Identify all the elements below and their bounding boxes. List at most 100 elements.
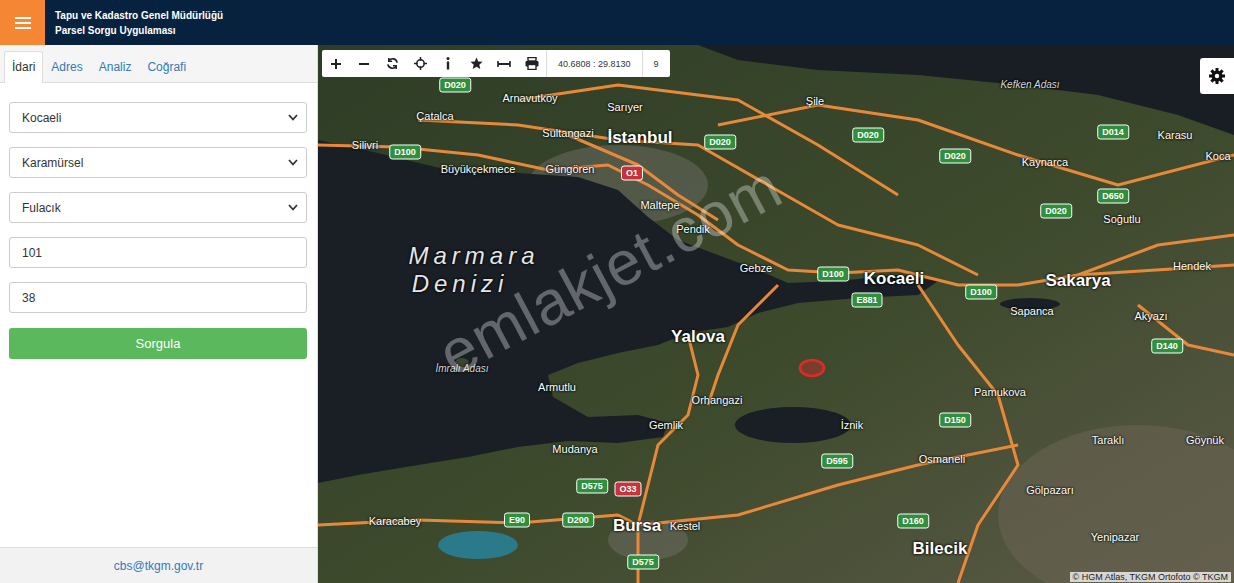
- place-label: Bilecik: [913, 539, 968, 559]
- road-shield: D100: [389, 145, 421, 160]
- crosshair-icon: [414, 57, 427, 70]
- road-shield: E90: [504, 513, 530, 528]
- road-shield: D575: [627, 555, 659, 570]
- sidebar: İdariAdresAnalizCoğrafi Kocaeli Karamürsel…: [0, 45, 318, 583]
- zoom-in-button[interactable]: [322, 50, 350, 77]
- favorite-button[interactable]: [462, 50, 490, 77]
- place-label: Maltepe: [640, 199, 679, 211]
- hamburger-icon: [15, 16, 31, 30]
- chevron-down-icon: [288, 204, 298, 211]
- road-shield: D100: [817, 267, 849, 282]
- place-label: Silivri: [352, 139, 378, 151]
- road: [638, 445, 1018, 525]
- zoom-level: 9: [642, 50, 670, 77]
- plus-icon: [330, 58, 342, 70]
- measure-icon: [497, 59, 511, 69]
- place-label: İznik: [841, 419, 864, 431]
- iznik-lake: [735, 407, 851, 443]
- place-label: Taraklı: [1092, 434, 1124, 446]
- gear-icon: [1209, 68, 1225, 84]
- marmara-sea: [318, 140, 938, 483]
- measure-button[interactable]: [490, 50, 518, 77]
- printer-icon: [525, 57, 539, 70]
- info-icon: [445, 57, 451, 70]
- place-label: Karacabey: [369, 515, 422, 527]
- road-shield: D150: [939, 413, 971, 428]
- map[interactable]: D020D100O1D020D020D020D014D650D020D100E8…: [318, 45, 1234, 583]
- road-shield: D020: [439, 78, 471, 93]
- field-value: 38: [22, 291, 35, 305]
- select-field[interactable]: Karamürsel: [9, 147, 307, 178]
- query-button[interactable]: Sorgula: [9, 328, 307, 359]
- header: Tapu ve Kadastro Genel MüdürlüğüParsel S…: [0, 0, 1234, 45]
- refresh-button[interactable]: [378, 50, 406, 77]
- place-label: Pamukova: [974, 386, 1026, 398]
- print-button[interactable]: [518, 50, 546, 77]
- place-label: İstanbul: [607, 128, 672, 148]
- place-label: Denizi: [412, 270, 509, 298]
- road-shield: O1: [621, 166, 643, 181]
- place-label: Sakarya: [1045, 271, 1110, 291]
- place-label: Karasu: [1158, 129, 1193, 141]
- road-shield: D140: [1151, 339, 1183, 354]
- road: [638, 335, 698, 583]
- tab[interactable]: İdari: [4, 51, 43, 83]
- place-label: Kaynarca: [1022, 156, 1068, 168]
- place-label: Koca: [1205, 150, 1230, 162]
- tab[interactable]: Coğrafi: [139, 51, 194, 83]
- info-button[interactable]: [434, 50, 462, 77]
- text-field[interactable]: 38: [9, 282, 307, 313]
- place-label: İmralı Adası: [436, 363, 489, 374]
- place-label: Güngören: [546, 163, 595, 175]
- body: İdariAdresAnalizCoğrafi Kocaeli Karamürsel…: [0, 45, 1234, 583]
- query-form: Kocaeli Karamürsel Fulacık 101 38 Sorgula: [0, 83, 317, 359]
- place-label: Göynük: [1186, 434, 1224, 446]
- chevron-down-icon: [288, 159, 298, 166]
- field-value: Kocaeli: [22, 111, 61, 125]
- map-toolbar: 40.6808 : 29.81309: [322, 50, 670, 77]
- road-shield: D020: [704, 135, 736, 150]
- place-label: Mudanya: [552, 443, 597, 455]
- place-label: Şile: [806, 95, 824, 107]
- place-label: Sarıyer: [607, 101, 642, 113]
- road-shield: D595: [821, 454, 853, 469]
- settings-button[interactable]: [1200, 58, 1234, 94]
- menu-button[interactable]: [0, 0, 45, 45]
- place-label: Yenipazar: [1091, 531, 1140, 543]
- footer: cbs@tkgm.gov.tr: [0, 547, 317, 583]
- place-label: Kestel: [670, 520, 701, 532]
- place-label: Büyükçekmece: [441, 163, 516, 175]
- road-shield: D200: [562, 513, 594, 528]
- road-shield: O33: [614, 482, 641, 497]
- place-label: Gebze: [740, 262, 772, 274]
- place-label: Sapanca: [1010, 305, 1053, 317]
- road-shield: D014: [1097, 125, 1129, 140]
- place-label: Bursa: [613, 516, 661, 536]
- place-label: Orhangazi: [692, 394, 743, 406]
- place-label: Soğutlu: [1103, 213, 1140, 225]
- parcel-marker[interactable]: [800, 360, 824, 376]
- place-label: Hendek: [1173, 260, 1211, 272]
- place-label: Gemlik: [649, 419, 683, 431]
- road: [568, 135, 718, 220]
- zoom-out-button[interactable]: [350, 50, 378, 77]
- road-shield: D020: [939, 149, 971, 164]
- road: [518, 85, 898, 195]
- place-label: Yalova: [671, 327, 725, 347]
- road-shield: D160: [897, 514, 929, 529]
- email-link[interactable]: cbs@tkgm.gov.tr: [114, 559, 203, 573]
- app: Tapu ve Kadastro Genel MüdürlüğüParsel S…: [0, 0, 1234, 583]
- select-field[interactable]: Fulacık: [9, 192, 307, 223]
- tab[interactable]: Adres: [43, 51, 90, 83]
- select-field[interactable]: Kocaeli: [9, 102, 307, 133]
- tab[interactable]: Analiz: [91, 51, 140, 83]
- text-field[interactable]: 101: [9, 237, 307, 268]
- refresh-icon: [386, 57, 399, 70]
- coordinates: 40.6808 : 29.8130: [546, 50, 642, 77]
- tabs: İdariAdresAnalizCoğrafi: [0, 45, 317, 83]
- land-area: [998, 425, 1234, 583]
- locate-button[interactable]: [406, 50, 434, 77]
- field-value: Fulacık: [22, 201, 61, 215]
- place-label: Akyazı: [1134, 310, 1167, 322]
- road-shield: D020: [852, 128, 884, 143]
